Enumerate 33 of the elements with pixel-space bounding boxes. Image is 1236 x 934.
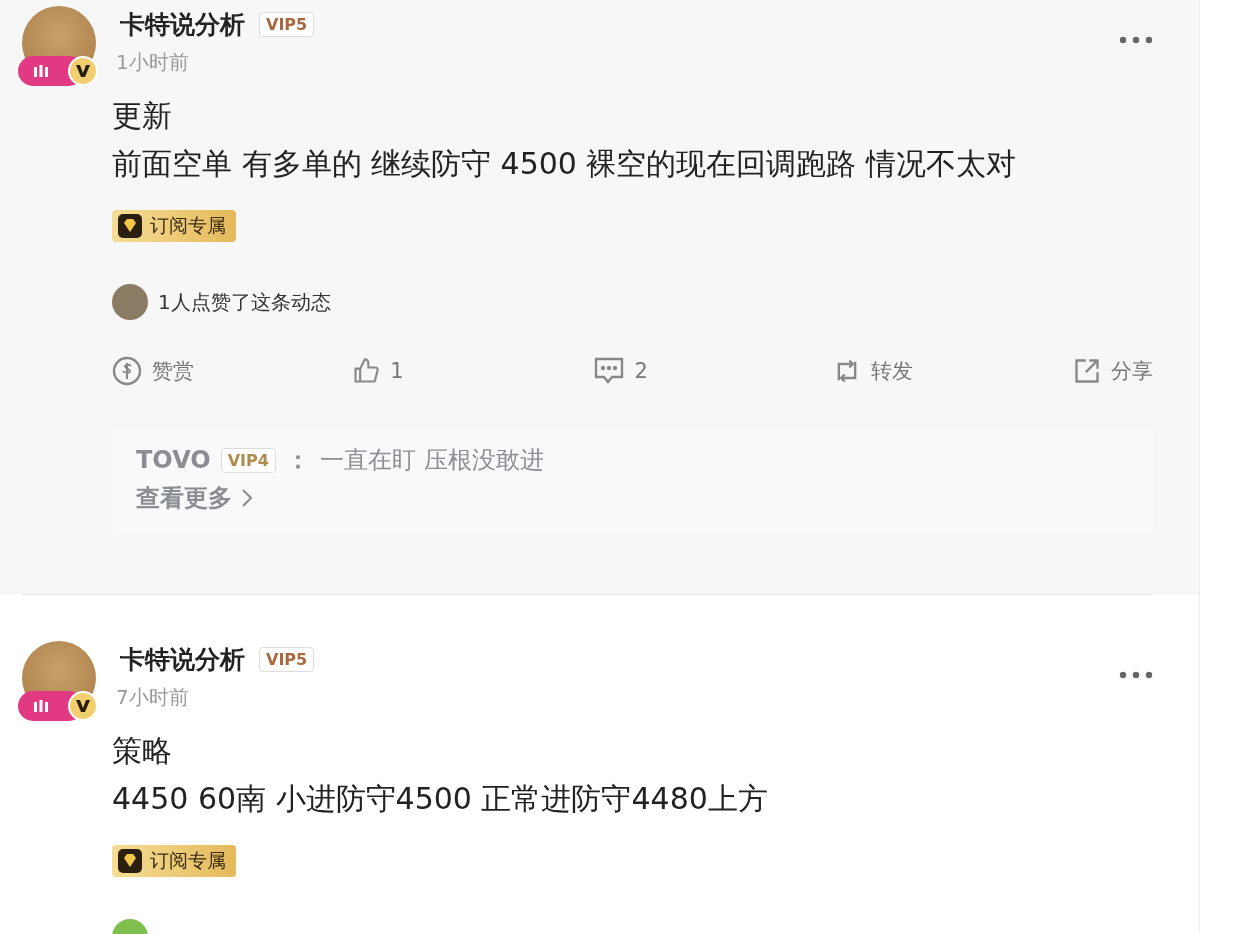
- view-more-link[interactable]: 查看更多: [136, 482, 1129, 514]
- vip-badge: VIP5: [259, 12, 315, 37]
- like-button[interactable]: 1: [352, 356, 404, 386]
- chevron-right-icon: [242, 489, 252, 507]
- comment-icon: [592, 356, 625, 386]
- post-time: 1小时前: [116, 49, 190, 76]
- post-text: 更新: [112, 97, 173, 135]
- thumbs-up-icon: [352, 357, 381, 385]
- subscriber-tag: 订阅专属: [112, 210, 236, 242]
- post-text: 前面空单 有多单的 继续防守 4500 裸空的现在回调跑路 情况不太对: [112, 145, 1018, 183]
- coin-icon: [112, 356, 142, 386]
- post-text: 策略: [112, 732, 173, 770]
- more-icon[interactable]: [1119, 36, 1153, 44]
- post-text: 4450 60南 小进防守4500 正常进防守4480上方: [112, 780, 769, 818]
- post-time: 7小时前: [116, 684, 190, 711]
- more-icon[interactable]: [1119, 671, 1153, 679]
- share-icon: [1073, 357, 1101, 385]
- comment-text: 一直在盯 压根没敢进: [319, 445, 544, 476]
- avatar-drawing[interactable]: [18, 641, 98, 723]
- repost-button[interactable]: 转发: [832, 356, 913, 386]
- share-button[interactable]: 分享: [1073, 356, 1153, 386]
- likes-summary: 1人点赞了这条动态: [158, 288, 331, 316]
- subscriber-tag: 订阅专属: [112, 845, 236, 877]
- reward-button[interactable]: 赞赏: [112, 356, 194, 386]
- avatar-drawing[interactable]: [18, 6, 98, 88]
- colon: ：: [285, 445, 310, 476]
- author-name[interactable]: 卡特说分析: [120, 643, 245, 676]
- comment-button[interactable]: 2: [592, 356, 648, 386]
- commenter-name[interactable]: TOVO: [136, 446, 211, 474]
- liker-avatar[interactable]: [112, 284, 148, 320]
- vip-badge: VIP5: [259, 647, 315, 672]
- vip-badge: VIP4: [220, 447, 276, 473]
- author-name[interactable]: 卡特说分析: [120, 8, 245, 41]
